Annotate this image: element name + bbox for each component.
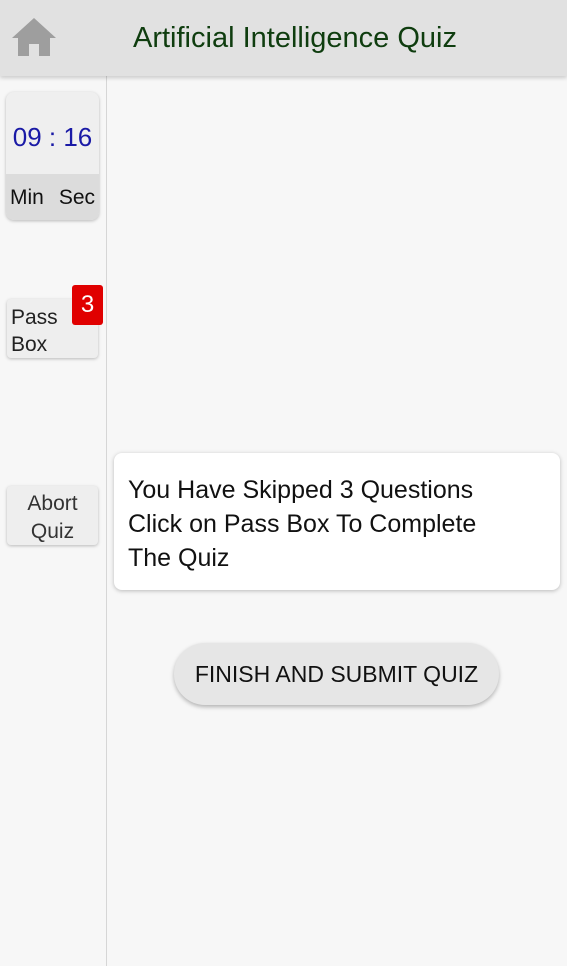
app-header: Artificial Intelligence Quiz [0, 0, 567, 76]
quiz-screen: Artificial Intelligence Quiz 09 : 16 Min… [0, 0, 567, 966]
message-line-2: Click on Pass Box To Complete [128, 510, 477, 538]
timer-min-label: Min [10, 186, 44, 209]
message-line-3: The Quiz [128, 544, 230, 572]
timer-sec-label: Sec [58, 186, 95, 209]
finish-submit-quiz-button[interactable]: FINISH AND SUBMIT QUIZ [174, 643, 499, 705]
message-line-1: You Have Skipped 3 Questions [128, 476, 474, 504]
home-button[interactable] [10, 15, 58, 59]
timer-units: Min Sec [6, 174, 99, 220]
pass-box-count-badge: 3 [72, 285, 103, 325]
pass-box-label-line2: Box [11, 333, 48, 356]
abort-quiz-button[interactable]: Abort Quiz [7, 486, 98, 545]
skipped-questions-message: You Have Skipped 3 Questions Click on Pa… [114, 453, 560, 590]
timer-value: 09 : 16 [12, 122, 93, 152]
countdown-timer: 09 : 16 Min Sec [6, 92, 99, 220]
abort-label-line1: Abort [27, 492, 78, 515]
home-icon [12, 18, 56, 56]
abort-label-line2: Quiz [30, 520, 75, 543]
page-title: Artificial Intelligence Quiz [133, 22, 457, 54]
